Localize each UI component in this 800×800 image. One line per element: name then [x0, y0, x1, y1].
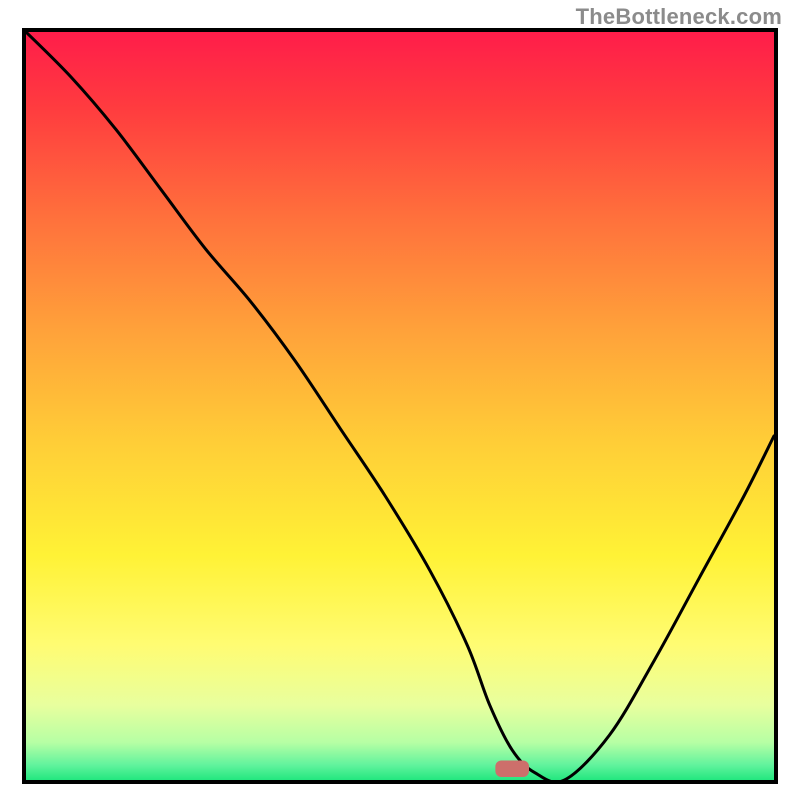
chart-frame — [22, 28, 778, 784]
chart-svg — [26, 32, 774, 780]
page: TheBottleneck.com — [0, 0, 800, 800]
chart-marker — [495, 761, 529, 777]
watermark-text: TheBottleneck.com — [576, 4, 782, 30]
chart-background — [26, 32, 774, 780]
chart-plot-area — [26, 32, 774, 780]
